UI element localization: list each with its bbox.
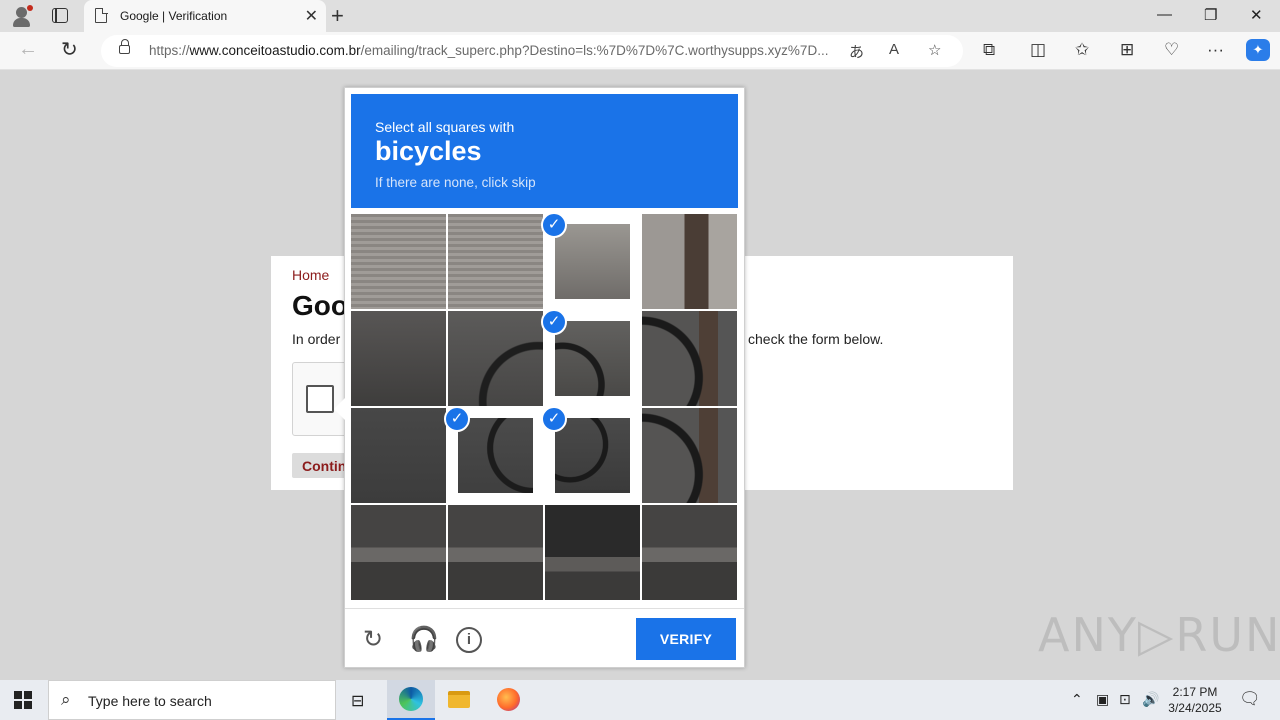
reload-icon[interactable]: ↻: [61, 37, 78, 62]
captcha-tile-image: [351, 214, 446, 309]
address-bar[interactable]: https://www.conceitoastudio.com.br/email…: [101, 35, 963, 67]
search-icon: ⌕: [61, 690, 71, 709]
audio-challenge-icon[interactable]: 🎧: [409, 625, 439, 654]
recaptcha-checkbox[interactable]: [306, 385, 334, 413]
taskbar-search[interactable]: ⌕ Type here to search: [48, 680, 336, 720]
browser-essentials-icon[interactable]: ♡: [1164, 40, 1179, 60]
url-text[interactable]: https://www.conceitoastudio.com.br/email…: [149, 43, 839, 58]
browser-titlebar: Google | Verification ✕ + — ❐ ✕: [0, 0, 1280, 32]
captcha-tile-image: [555, 418, 630, 493]
task-view-icon[interactable]: ⊟: [337, 680, 385, 720]
selected-check-icon: ✓: [541, 212, 567, 238]
intro-text-end: check the form below.: [748, 331, 884, 347]
page-heading: Goo: [292, 290, 348, 321]
network-icon[interactable]: ⊡: [1119, 691, 1131, 708]
captcha-tile[interactable]: [351, 214, 446, 309]
captcha-instruction: Select all squares with: [375, 119, 515, 135]
tab-title: Google | Verification: [120, 9, 228, 23]
collections-icon[interactable]: ⊞: [1120, 40, 1134, 60]
firefox-icon[interactable]: [484, 680, 532, 720]
captcha-tile[interactable]: [545, 505, 640, 600]
notifications-icon[interactable]: 🗨: [1239, 689, 1261, 709]
anyrun-watermark: ANY▷RUN: [1038, 608, 1280, 662]
copilot-icon[interactable]: ✦: [1246, 39, 1270, 61]
new-tab-button[interactable]: +: [331, 3, 344, 29]
captcha-footer: ↻ 🎧 i VERIFY: [345, 608, 744, 668]
intro-text: In order: [292, 331, 341, 347]
favorites-icon[interactable]: ✩: [1075, 40, 1089, 60]
captcha-tile[interactable]: [448, 214, 543, 309]
selected-check-icon: ✓: [541, 309, 567, 335]
captcha-tile[interactable]: [448, 505, 543, 600]
captcha-tile-image: [448, 311, 543, 406]
captcha-tile-image: [555, 321, 630, 396]
extensions-icon[interactable]: ⧉: [983, 40, 995, 60]
taskbar-search-placeholder: Type here to search: [88, 693, 212, 709]
tab-actions-icon[interactable]: [52, 8, 68, 23]
lock-icon[interactable]: [119, 39, 130, 54]
verify-button[interactable]: VERIFY: [636, 618, 736, 660]
start-windows-icon[interactable]: [14, 691, 32, 709]
captcha-tile-image: [642, 505, 737, 600]
reload-challenge-icon[interactable]: ↻: [363, 625, 383, 654]
captcha-tile-image: [351, 505, 446, 600]
captcha-header: Select all squares with bicycles If ther…: [351, 94, 738, 208]
captcha-tile[interactable]: [642, 214, 737, 309]
minimize-icon[interactable]: —: [1157, 6, 1172, 23]
clock-date: 3/24/2025: [1168, 701, 1222, 715]
captcha-tile[interactable]: [351, 311, 446, 406]
captcha-grid: ✓ ✓ ✓ ✓: [351, 212, 738, 601]
meet-now-icon[interactable]: ▣: [1096, 691, 1109, 708]
captcha-tile-image: [555, 224, 630, 299]
captcha-tile-image: [642, 214, 737, 309]
breadcrumb-home[interactable]: Home: [292, 267, 329, 283]
captcha-target: bicycles: [375, 136, 482, 166]
close-window-icon[interactable]: ✕: [1250, 6, 1263, 24]
profile-icon[interactable]: [10, 4, 34, 28]
continue-button[interactable]: Contin: [292, 453, 352, 478]
tray-overflow-icon[interactable]: ⌃: [1071, 691, 1083, 708]
split-screen-icon[interactable]: ◫: [1030, 40, 1046, 60]
captcha-tile-image: [642, 311, 737, 406]
captcha-tile-image: [448, 505, 543, 600]
selected-check-icon: ✓: [444, 406, 470, 432]
captcha-tile-image: [351, 408, 446, 503]
back-icon[interactable]: ←: [18, 38, 38, 61]
info-icon[interactable]: i: [456, 627, 482, 653]
captcha-tile-image: [545, 505, 640, 600]
captcha-tile[interactable]: [351, 408, 446, 503]
captcha-challenge: Select all squares with bicycles If ther…: [334, 87, 745, 668]
captcha-tile[interactable]: [642, 505, 737, 600]
captcha-tile[interactable]: [642, 408, 737, 503]
translate-icon[interactable]: あ: [849, 41, 864, 62]
close-tab-icon[interactable]: ✕: [305, 6, 318, 26]
captcha-tile[interactable]: [351, 505, 446, 600]
edge-taskbar-icon[interactable]: [387, 680, 435, 720]
captcha-tile-image: [351, 311, 446, 406]
captcha-hint: If there are none, click skip: [375, 175, 536, 190]
taskbar-clock[interactable]: 2:17 PM 3/24/2025: [1160, 684, 1230, 716]
captcha-tile-image: [642, 408, 737, 503]
more-menu-icon[interactable]: ···: [1207, 40, 1224, 60]
browser-tab[interactable]: Google | Verification ✕: [84, 0, 326, 32]
selected-check-icon: ✓: [541, 406, 567, 432]
captcha-tile[interactable]: [448, 311, 543, 406]
read-aloud-icon[interactable]: A: [889, 41, 899, 58]
windows-taskbar: ⌕ Type here to search ⊟ ⌃ ▣ ⊡ 🔊 2:17 PM …: [0, 680, 1280, 720]
file-explorer-icon[interactable]: [435, 680, 483, 720]
captcha-tile-image: [448, 214, 543, 309]
favorite-star-icon[interactable]: ☆: [928, 41, 941, 59]
restore-icon[interactable]: ❐: [1204, 6, 1217, 24]
popup-pointer: [334, 398, 345, 420]
captcha-tile-image: [458, 418, 533, 493]
volume-icon[interactable]: 🔊: [1142, 691, 1159, 708]
clock-time: 2:17 PM: [1172, 685, 1218, 699]
captcha-tile[interactable]: [642, 311, 737, 406]
page-icon: [95, 7, 108, 23]
